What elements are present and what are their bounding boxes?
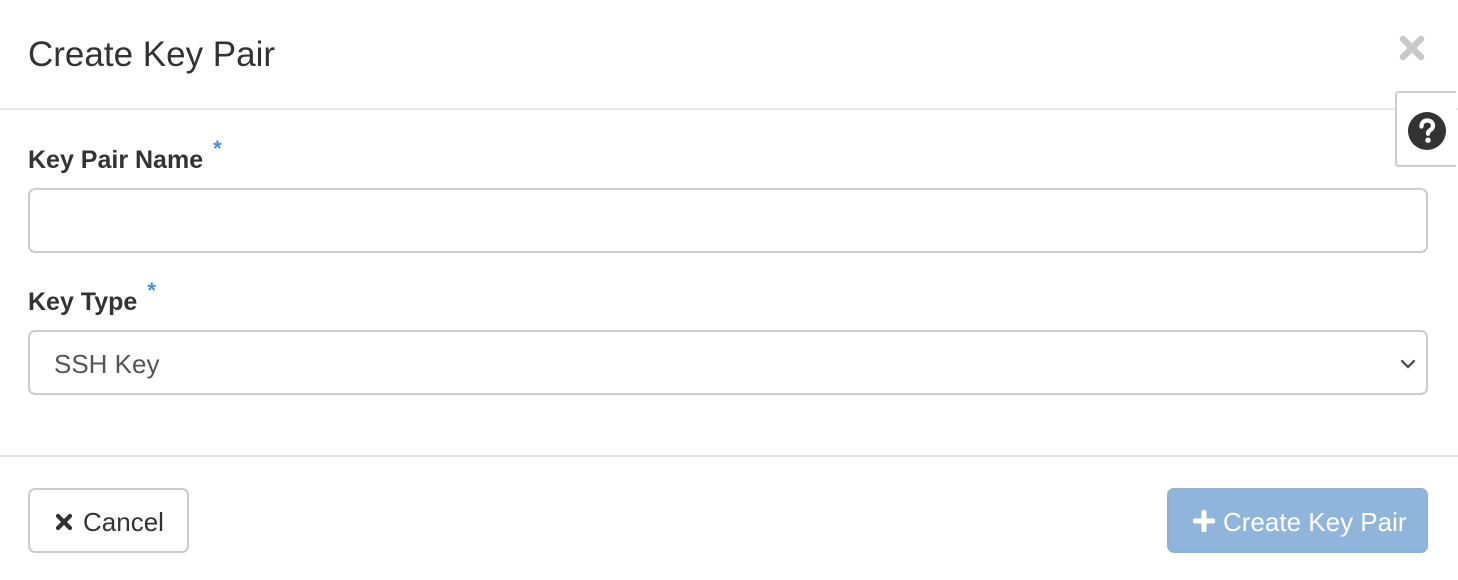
dialog-header: Create Key Pair bbox=[0, 0, 1458, 110]
create-key-pair-button[interactable]: Create Key Pair bbox=[1167, 488, 1428, 553]
required-marker: * bbox=[147, 278, 156, 303]
create-key-pair-dialog: Create Key Pair Key Pair Name * Key Type *… bbox=[0, 0, 1458, 580]
create-key-pair-button-label: Create Key Pair bbox=[1223, 507, 1407, 537]
key-type-select[interactable]: SSH Key bbox=[28, 330, 1428, 395]
key-type-label: Key Type * bbox=[28, 278, 156, 318]
key-pair-name-label: Key Pair Name * bbox=[28, 136, 222, 176]
dialog-footer: Cancel Create Key Pair bbox=[0, 455, 1458, 580]
close-button[interactable] bbox=[1394, 30, 1430, 66]
key-pair-name-label-text: Key Pair Name bbox=[28, 146, 204, 174]
cancel-button-label: Cancel bbox=[83, 507, 164, 537]
key-type-label-text: Key Type bbox=[28, 288, 138, 316]
cancel-button[interactable]: Cancel bbox=[28, 488, 189, 553]
help-button[interactable] bbox=[1395, 91, 1456, 167]
required-marker: * bbox=[213, 136, 222, 161]
plus-icon bbox=[1193, 510, 1215, 532]
chevron-down-icon bbox=[1400, 359, 1416, 369]
dialog-title: Create Key Pair bbox=[28, 35, 276, 74]
key-pair-name-input[interactable] bbox=[28, 188, 1428, 253]
close-icon bbox=[1399, 35, 1425, 61]
question-circle-icon bbox=[1408, 112, 1446, 150]
key-type-selected-value: SSH Key bbox=[54, 349, 160, 379]
times-icon bbox=[55, 513, 73, 531]
